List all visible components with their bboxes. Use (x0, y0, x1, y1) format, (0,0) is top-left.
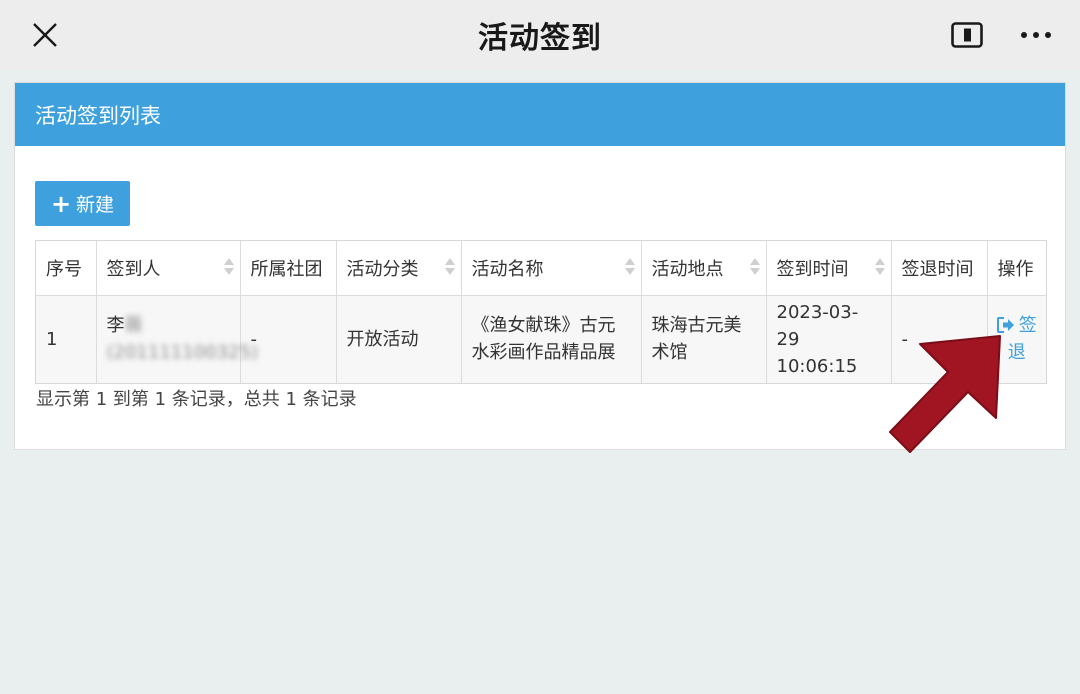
cell-category: 开放活动 (336, 295, 462, 383)
cell-activity-name: 《渔女献珠》古元水彩画作品精品展 (461, 295, 642, 383)
sort-icon (624, 258, 635, 278)
column-header-signin-time[interactable]: 签到时间 (766, 241, 892, 296)
column-header-action: 操作 (987, 241, 1046, 296)
column-header-category[interactable]: 活动分类 (336, 241, 462, 296)
column-header-person[interactable]: 签到人 (96, 241, 241, 296)
more-icon (1021, 32, 1051, 38)
close-icon (33, 23, 57, 47)
person-id-redacted: (201111100325) (106, 342, 258, 363)
sort-icon (223, 258, 234, 278)
column-header-activity-name[interactable]: 活动名称 (461, 241, 642, 296)
cell-signin-time: 2023-03-29 10:06:15 (766, 295, 892, 383)
person-name: 李 (106, 315, 125, 336)
new-button-label: 新建 (76, 194, 115, 216)
more-button[interactable] (1014, 18, 1058, 52)
column-header-club[interactable]: 所属社团 (240, 241, 337, 296)
float-window-icon (951, 22, 983, 48)
column-header-location[interactable]: 活动地点 (641, 241, 767, 296)
sort-icon (444, 258, 455, 278)
annotation-arrow-icon (889, 335, 1001, 453)
column-header-signout-time[interactable]: 签退时间 (891, 241, 988, 296)
pagination-summary: 显示第 1 到第 1 条记录，总共 1 条记录 (36, 389, 357, 410)
person-name-redacted: 薇 (124, 315, 143, 336)
column-header-index[interactable]: 序号 (36, 241, 97, 296)
panel-heading: 活动签到列表 (15, 83, 1065, 146)
signin-clock: 10:06:15 (776, 355, 858, 377)
float-window-button[interactable] (948, 18, 986, 52)
sign-out-icon (996, 317, 1014, 333)
cell-person: 李薇 (201111100325) (96, 295, 258, 383)
top-navigation-bar: 活动签到 (0, 0, 1080, 70)
cell-club: - (240, 295, 337, 383)
page-title: 活动签到 (478, 21, 602, 56)
plus-icon: + (50, 189, 72, 218)
sort-icon (749, 258, 760, 278)
signin-date: 2023-03-29 (776, 301, 859, 350)
new-button[interactable]: + 新建 (35, 181, 130, 226)
sort-icon (874, 258, 885, 278)
cell-location: 珠海古元美术馆 (641, 295, 767, 383)
table-header-row: 序号 签到人 所属社团 活动分类 活动名称 活动地点 签到时间 签退时间 操作 (36, 241, 1046, 296)
cell-index: 1 (36, 295, 97, 383)
close-button[interactable] (26, 16, 64, 54)
